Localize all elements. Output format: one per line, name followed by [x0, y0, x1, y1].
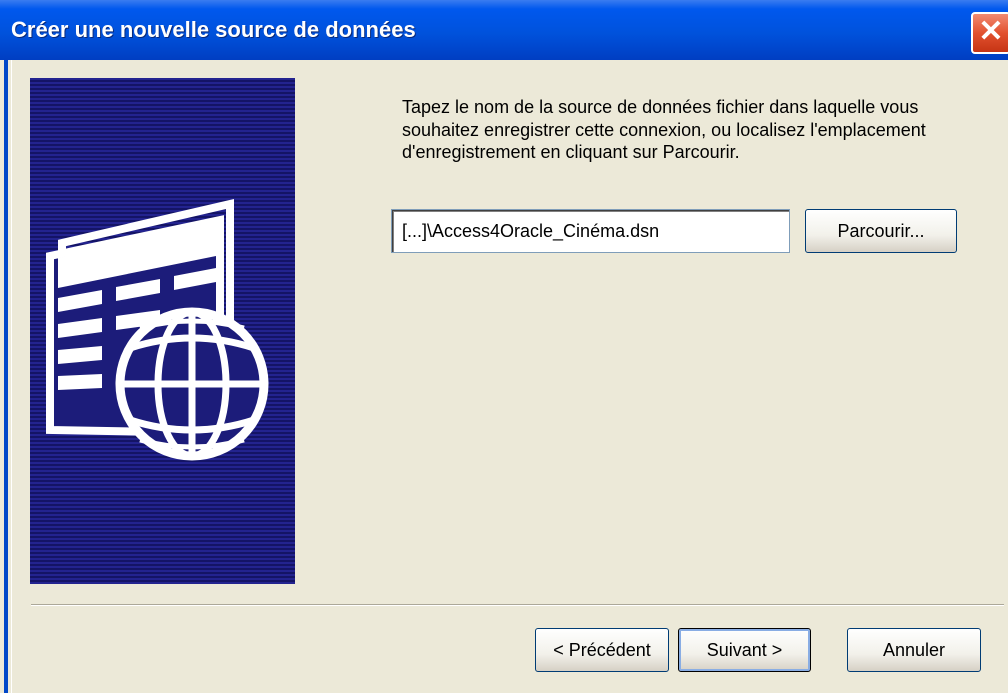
title-bar[interactable]: Créer une nouvelle source de données ✕	[0, 0, 1008, 60]
wizard-banner	[30, 78, 295, 584]
instructions-text: Tapez le nom de la source de données fic…	[402, 97, 926, 162]
cancel-button[interactable]: Annuler	[847, 628, 981, 672]
filename-input[interactable]: [...]\Access4Oracle_Cinéma.dsn	[391, 209, 790, 253]
close-button[interactable]: ✕	[971, 12, 1008, 54]
previous-button[interactable]: < Précédent	[535, 628, 669, 672]
window-title: Créer une nouvelle source de données	[11, 17, 416, 42]
browse-button[interactable]: Parcourir...	[805, 209, 957, 253]
next-button[interactable]: Suivant >	[678, 628, 811, 672]
data-source-globe-icon	[46, 198, 269, 461]
dialog-window: Créer une nouvelle source de données ✕ T…	[0, 0, 1008, 693]
close-icon: ✕	[978, 15, 1004, 48]
window-frame-left-edge	[4, 60, 8, 693]
footer-separator	[31, 604, 1004, 606]
